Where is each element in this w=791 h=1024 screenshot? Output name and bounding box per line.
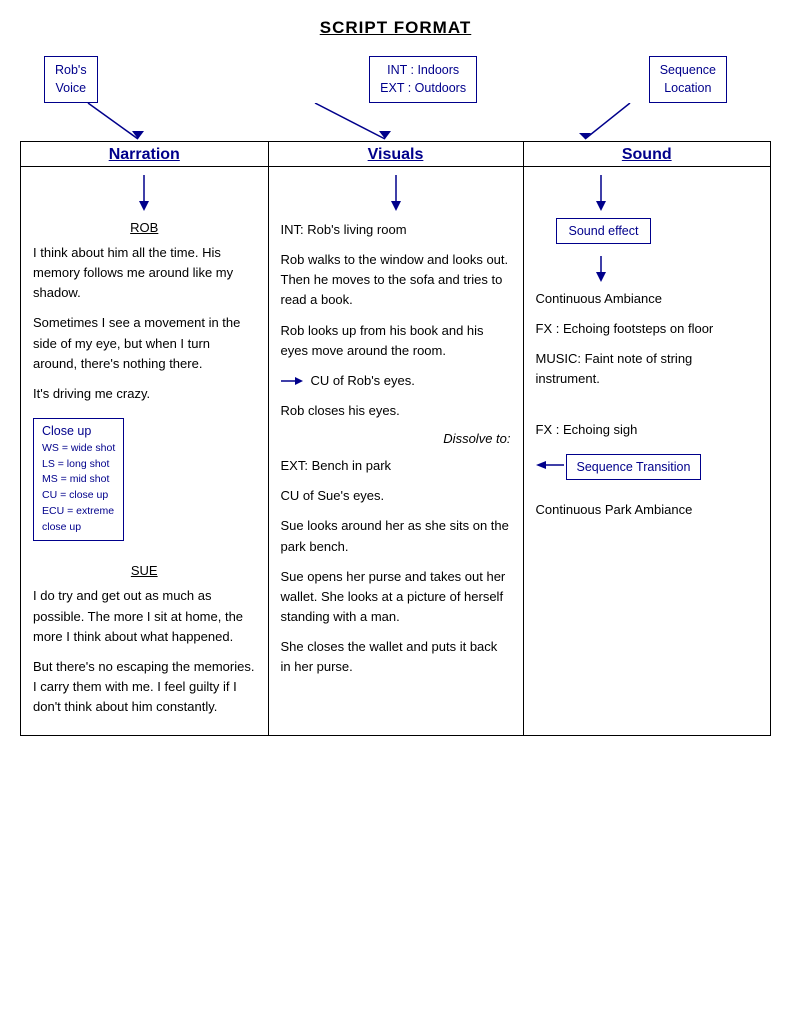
narration-column: ROB I think about him all the time. His … bbox=[21, 167, 269, 736]
visuals-column: INT: Rob's living room Rob walks to the … bbox=[268, 167, 523, 736]
rob-narration-2: Sometimes I see a movement in the side o… bbox=[33, 313, 256, 373]
visuals-2: Rob walks to the window and looks out. T… bbox=[281, 250, 511, 310]
narration-arrow-down bbox=[134, 175, 154, 211]
visuals-7: CU of Sue's eyes. bbox=[281, 486, 511, 506]
sound-3: MUSIC: Faint note of string instrument. bbox=[536, 349, 759, 389]
annotations-section: Rob's Voice INT : Indoors EXT : Outdoors… bbox=[20, 56, 771, 141]
robs-voice-annotation: Rob's Voice bbox=[34, 56, 88, 103]
sound-effect-arrow-down bbox=[591, 256, 611, 282]
visuals-5: Rob closes his eyes. bbox=[281, 401, 511, 421]
seq-loc-annotation: Sequence Location bbox=[679, 56, 757, 103]
sound-header: Sound bbox=[523, 142, 771, 167]
narration-header: Narration bbox=[21, 142, 269, 167]
seq-loc-box: Sequence Location bbox=[649, 56, 727, 103]
sue-narration-1: I do try and get out as much as possible… bbox=[33, 586, 256, 646]
annotation-arrows bbox=[20, 103, 771, 141]
close-up-title: Close up bbox=[42, 424, 115, 438]
visuals-1: INT: Rob's living room bbox=[281, 220, 511, 240]
sound-4: FX : Echoing sigh bbox=[536, 420, 759, 440]
sue-narration-2: But there's no escaping the memories. I … bbox=[33, 657, 256, 717]
sound-1: Continuous Ambiance bbox=[536, 289, 759, 309]
sound-column: Sound effect Continuous Ambiance FX : Ec… bbox=[523, 167, 771, 736]
rob-narration-1: I think about him all the time. His memo… bbox=[33, 243, 256, 303]
main-table: Narration Visuals Sound ROB I think abou… bbox=[20, 141, 771, 736]
int-ext-annotation: INT : Indoors EXT : Outdoors bbox=[329, 56, 437, 103]
visuals-10: She closes the wallet and puts it back i… bbox=[281, 637, 511, 677]
int-ext-box: INT : Indoors EXT : Outdoors bbox=[369, 56, 477, 103]
visuals-6: EXT: Bench in park bbox=[281, 456, 511, 476]
sound-arrow-down bbox=[591, 175, 611, 211]
sound-effect-box: Sound effect bbox=[556, 218, 652, 244]
dissolve-to: Dissolve to: bbox=[281, 431, 511, 446]
visuals-9: Sue opens her purse and takes out her wa… bbox=[281, 567, 511, 627]
sound-2: FX : Echoing footsteps on floor bbox=[536, 319, 759, 339]
curobeyes-arrow bbox=[281, 373, 307, 389]
visuals-header: Visuals bbox=[268, 142, 523, 167]
visuals-8: Sue looks around her as she sits on the … bbox=[281, 516, 511, 556]
sound-5: Continuous Park Ambiance bbox=[536, 500, 759, 520]
visuals-arrow-down bbox=[386, 175, 406, 211]
seq-transition-arrow bbox=[536, 457, 566, 473]
column-headers-row: Narration Visuals Sound bbox=[21, 142, 771, 167]
page-title: Script Format bbox=[20, 18, 771, 38]
content-row: ROB I think about him all the time. His … bbox=[21, 167, 771, 736]
sue-character-name: SUE bbox=[33, 563, 256, 578]
rob-narration-3: It's driving me crazy. bbox=[33, 384, 256, 404]
visuals-4: CU of Rob's eyes. bbox=[311, 371, 415, 391]
robs-voice-box: Rob's Voice bbox=[44, 56, 98, 103]
close-up-box: Close up WS = wide shot LS = long shot M… bbox=[33, 418, 124, 542]
rob-character-name: ROB bbox=[33, 220, 256, 235]
seq-transition-box: Sequence Transition bbox=[566, 454, 702, 480]
visuals-3: Rob looks up from his book and his eyes … bbox=[281, 321, 511, 361]
close-up-legend: WS = wide shot LS = long shot MS = mid s… bbox=[42, 441, 115, 536]
